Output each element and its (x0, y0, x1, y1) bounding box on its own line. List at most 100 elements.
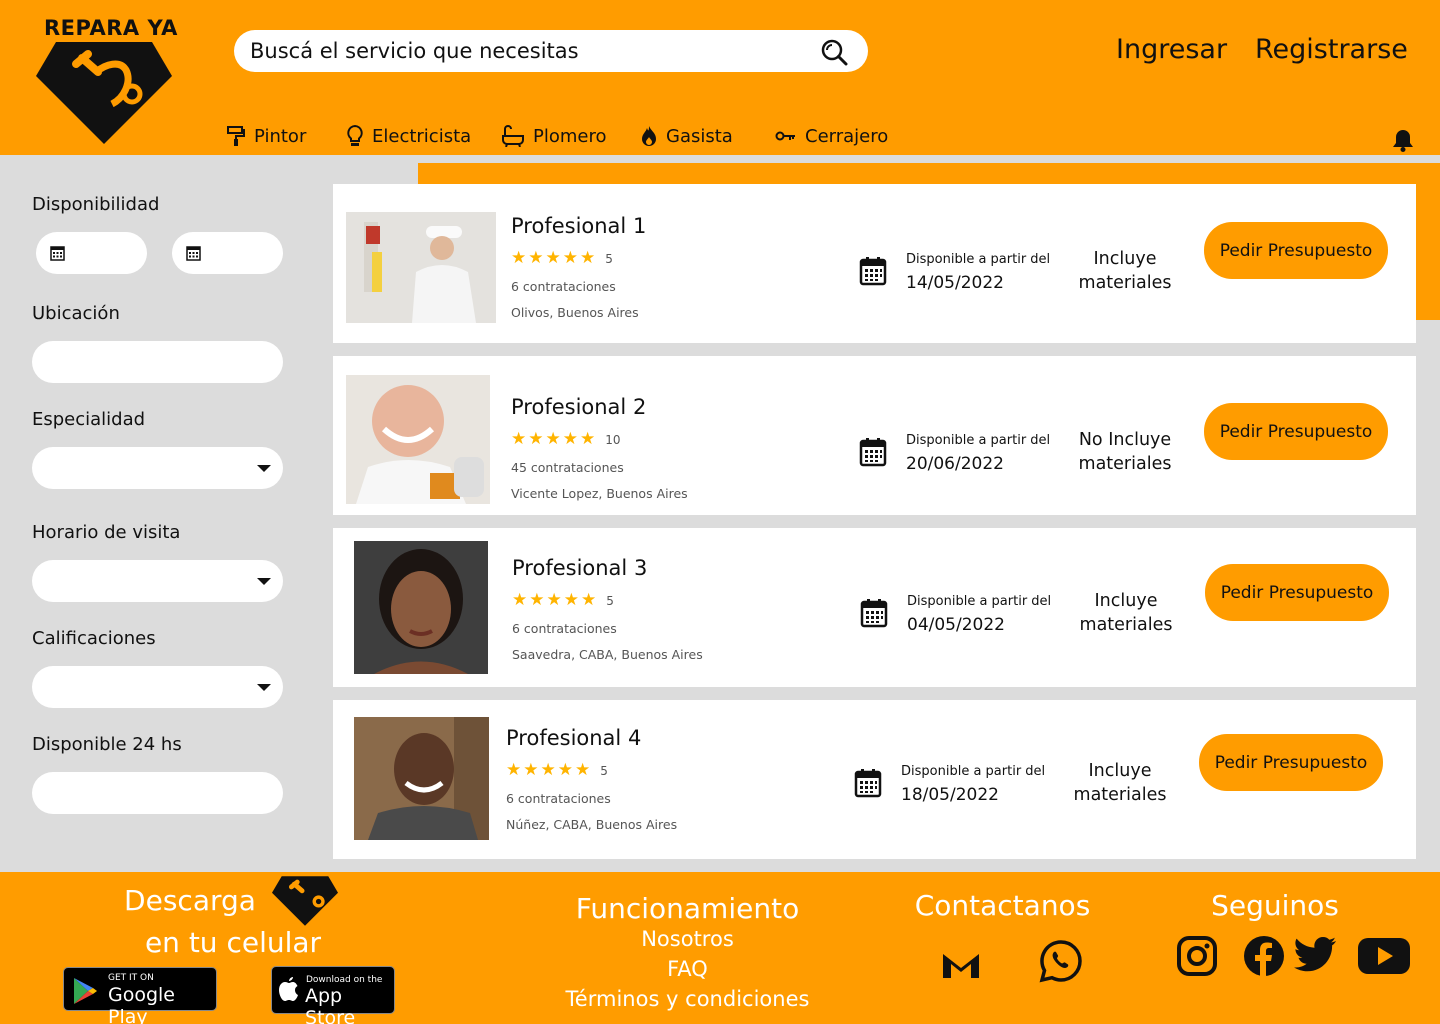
calendar-icon (859, 438, 887, 467)
rating-stars: ★ ★ ★ ★ ★ 5 (512, 592, 614, 609)
facebook-icon[interactable] (1243, 935, 1285, 977)
star-icon: ★ (580, 248, 596, 268)
filter-availability-label: Disponibilidad (32, 194, 160, 215)
login-link[interactable]: Ingresar (1116, 34, 1227, 65)
brand-name[interactable]: REPARA YA (44, 16, 178, 40)
availability-date: 18/05/2022 (901, 785, 999, 805)
google-play-badge[interactable]: GET IT ON Google Play (63, 967, 217, 1024)
footer-faq-link[interactable]: FAQ (540, 957, 835, 981)
professional-name[interactable]: Profesional 1 (511, 214, 646, 238)
specialty-select[interactable] (32, 447, 283, 489)
rating-count: 10 (605, 432, 621, 447)
search-bar[interactable] (234, 30, 868, 72)
star-icon: ★ (540, 760, 556, 780)
rating-stars: ★ ★ ★ ★ ★ 10 (511, 431, 621, 448)
category-cerrajero[interactable]: Cerrajero (775, 122, 888, 150)
rating-stars: ★ ★ ★ ★ ★ 5 (506, 762, 608, 779)
key-icon (775, 131, 795, 141)
professional-card[interactable]: Profesional 2 ★ ★ ★ ★ ★ 10 45 contrataciones… (333, 356, 1416, 515)
visit-hours-select[interactable] (32, 560, 283, 602)
rating-count: 5 (606, 593, 614, 608)
register-link[interactable]: Registrarse (1255, 34, 1408, 65)
location-field[interactable] (32, 341, 283, 383)
category-label: Electricista (372, 125, 472, 147)
footer-terms-link[interactable]: Términos y condiciones (540, 987, 835, 1011)
star-icon: ★ (529, 590, 545, 610)
app-store-big: App Store (305, 985, 356, 1024)
logo-icon[interactable] (272, 876, 338, 926)
category-label: Plomero (533, 125, 607, 147)
request-quote-button[interactable]: Pedir Presupuesto (1199, 734, 1383, 791)
footer-follow-title: Seguinos (1211, 889, 1339, 922)
materials-line-2: materiales (1078, 454, 1172, 474)
availability-date: 20/06/2022 (906, 454, 1004, 474)
filter-visit-hours-label: Horario de visita (32, 522, 181, 543)
calendar-icon (854, 769, 882, 798)
caret-down-icon (257, 578, 271, 585)
caret-down-icon (257, 465, 271, 472)
footer-how-title[interactable]: Funcionamiento (540, 892, 835, 925)
star-icon: ★ (581, 590, 597, 610)
star-icon: ★ (562, 429, 578, 449)
star-icon: ★ (562, 248, 578, 268)
search-input[interactable] (250, 30, 810, 72)
category-label: Gasista (666, 125, 733, 147)
materials-line-1: Incluye (1088, 761, 1152, 781)
professional-photo (354, 541, 488, 674)
app-store-badge[interactable]: Download on the App Store (271, 966, 395, 1024)
whatsapp-icon[interactable] (1039, 939, 1083, 983)
twitter-icon[interactable] (1293, 936, 1337, 974)
lightbulb-icon (347, 124, 363, 146)
request-quote-button[interactable]: Pedir Presupuesto (1205, 564, 1389, 621)
instagram-icon[interactable] (1176, 935, 1218, 977)
availability-label: Disponible a partir del (906, 433, 1051, 448)
download-title-line-1: Descarga (124, 884, 256, 917)
star-icon: ★ (580, 429, 596, 449)
professional-name[interactable]: Profesional 4 (506, 726, 641, 750)
hires-count: 6 contrataciones (512, 621, 617, 636)
category-electricista[interactable]: Electricista (346, 122, 471, 150)
star-icon: ★ (528, 248, 544, 268)
materials-info: Incluye materiales (1065, 247, 1185, 295)
request-quote-button[interactable]: Pedir Presupuesto (1204, 403, 1388, 460)
professional-photo (354, 717, 489, 840)
download-title-line-2: en tu celular (144, 926, 322, 959)
caret-down-icon (257, 684, 271, 691)
professional-location: Olivos, Buenos Aires (511, 305, 639, 320)
rating-stars: ★ ★ ★ ★ ★ 5 (511, 250, 613, 267)
bell-icon[interactable] (1392, 128, 1414, 152)
ratings-select[interactable] (32, 666, 283, 708)
available-24-field[interactable] (32, 772, 283, 814)
star-icon: ★ (523, 760, 539, 780)
availability-label: Disponible a partir del (901, 764, 1046, 779)
footer-about-link[interactable]: Nosotros (540, 927, 835, 951)
availability-date: 14/05/2022 (906, 273, 1004, 293)
professional-card[interactable]: Profesional 1 ★ ★ ★ ★ ★ 5 6 contrataciones O… (333, 184, 1416, 343)
google-play-small: GET IT ON (108, 973, 154, 983)
category-plomero[interactable]: Plomero (501, 122, 607, 150)
professional-card[interactable]: Profesional 4 ★ ★ ★ ★ ★ 5 6 contrataciones N… (333, 700, 1416, 859)
date-from-field[interactable] (36, 232, 147, 274)
header: REPARA YA Ingresar Registrarse Pintor El… (0, 0, 1440, 155)
footer: Descarga en tu celular GET IT ON Google … (0, 872, 1440, 1024)
materials-info: No Incluye materiales (1065, 428, 1185, 476)
star-icon: ★ (528, 429, 544, 449)
materials-info: Incluye materiales (1066, 589, 1186, 637)
professional-card[interactable]: Profesional 3 ★ ★ ★ ★ ★ 5 6 contrataciones S… (333, 528, 1416, 687)
date-to-field[interactable] (172, 232, 283, 274)
professional-name[interactable]: Profesional 2 (511, 395, 646, 419)
logo-icon[interactable] (36, 42, 172, 144)
star-icon: ★ (563, 590, 579, 610)
app-store-small: Download on the (306, 975, 383, 985)
search-icon[interactable] (820, 38, 848, 66)
materials-line-2: materiales (1073, 785, 1167, 805)
category-gasista[interactable]: Gasista (640, 122, 733, 150)
star-icon: ★ (511, 248, 527, 268)
filter-24hs-label: Disponible 24 hs (32, 734, 182, 755)
youtube-icon[interactable] (1357, 936, 1411, 976)
gmail-icon[interactable] (941, 950, 981, 980)
google-play-big: Google Play (108, 984, 176, 1024)
professional-name[interactable]: Profesional 3 (512, 556, 647, 580)
request-quote-button[interactable]: Pedir Presupuesto (1204, 222, 1388, 279)
category-pintor[interactable]: Pintor (226, 122, 306, 150)
